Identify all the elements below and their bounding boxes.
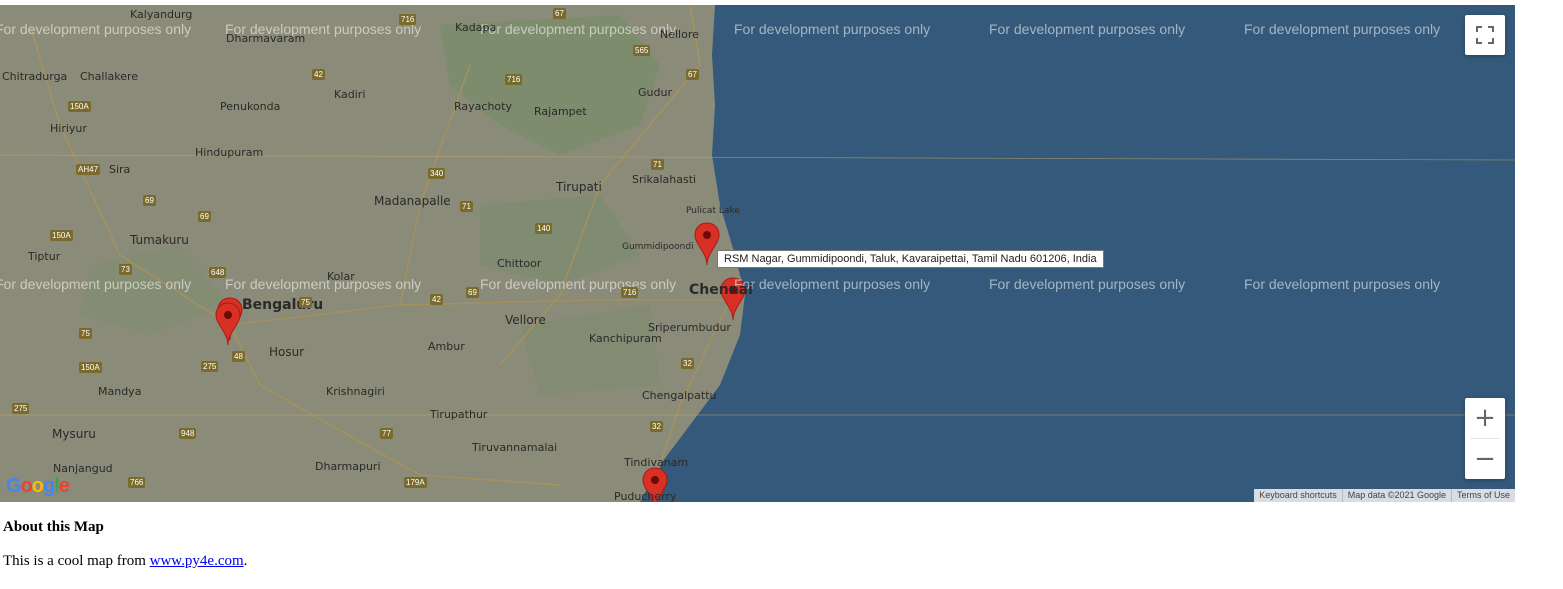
highway-shield: 32 bbox=[650, 421, 663, 432]
watermark: For development purposes only bbox=[225, 276, 422, 292]
keyboard-shortcuts-link[interactable]: Keyboard shortcuts bbox=[1254, 489, 1342, 502]
highway-shield: 275 bbox=[12, 403, 30, 414]
highway-shield: 716 bbox=[399, 14, 417, 25]
place-label: Hindupuram bbox=[195, 146, 264, 159]
highway-shield: 275 bbox=[201, 361, 219, 372]
watermark: For development purposes only bbox=[1244, 21, 1441, 37]
place-label: Challakere bbox=[80, 70, 139, 83]
place-label: Kanchipuram bbox=[589, 332, 662, 345]
place-label: Tirupati bbox=[556, 180, 602, 194]
about-text-prefix: This is a cool map from bbox=[3, 553, 150, 569]
highway-shield: 71 bbox=[651, 159, 664, 170]
watermark: For development purposes only bbox=[734, 21, 931, 37]
place-label: Kalyandurg bbox=[130, 8, 193, 21]
highway-shield: 150A bbox=[79, 362, 102, 373]
highway-shield: 71 bbox=[460, 201, 473, 212]
place-label: Dharmapuri bbox=[315, 460, 381, 473]
highway-shield: 648 bbox=[209, 267, 227, 278]
highway-shield: 42 bbox=[312, 69, 325, 80]
watermark: For development purposes only bbox=[1244, 276, 1441, 292]
place-label: Madanapalle bbox=[374, 194, 451, 208]
terms-of-use-link[interactable]: Terms of Use bbox=[1450, 489, 1515, 502]
place-label: Kadiri bbox=[334, 88, 366, 101]
watermark: For development purposes only bbox=[480, 276, 677, 292]
highway-shield: 140 bbox=[535, 223, 553, 234]
place-label: Rajampet bbox=[534, 105, 587, 118]
place-label: Penukonda bbox=[220, 100, 281, 113]
highway-shield: 716 bbox=[505, 74, 523, 85]
place-label: Kolar bbox=[327, 270, 355, 283]
highway-shield: 565 bbox=[633, 45, 651, 56]
place-label: Hosur bbox=[269, 345, 305, 359]
place-label: Kadapa bbox=[455, 21, 497, 34]
highway-shield: AH47 bbox=[76, 164, 101, 175]
attribution-bar: Keyboard shortcuts Map data ©2021 Google… bbox=[1254, 489, 1515, 502]
highway-shield: 716 bbox=[621, 287, 639, 298]
place-label: Nanjangud bbox=[53, 462, 113, 475]
zoom-out-button[interactable]: − bbox=[1465, 439, 1505, 479]
map[interactable]: For development purposes only For develo… bbox=[0, 5, 1515, 502]
watermark: For development purposes only bbox=[0, 21, 192, 37]
highway-shield: 73 bbox=[119, 264, 132, 275]
about-title: About this Map bbox=[3, 519, 104, 535]
highway-shield: 340 bbox=[428, 168, 446, 179]
place-label: Krishnagiri bbox=[326, 385, 385, 398]
highway-shield: 77 bbox=[380, 428, 393, 439]
place-label: Hiriyur bbox=[50, 122, 87, 135]
watermark: For development purposes only bbox=[989, 21, 1186, 37]
place-label: Gudur bbox=[638, 86, 672, 99]
watermark: For development purposes only bbox=[989, 276, 1186, 292]
place-label: Tumakuru bbox=[130, 233, 189, 247]
watermark: For development purposes only bbox=[734, 276, 931, 292]
watermark: For development purposes only bbox=[0, 276, 192, 292]
place-label: Nellore bbox=[660, 28, 699, 41]
highway-shield: 32 bbox=[681, 358, 694, 369]
highway-shield: 766 bbox=[128, 477, 146, 488]
place-label: Puducherry bbox=[614, 490, 677, 503]
place-label: Tiptur bbox=[28, 250, 61, 263]
place-label: Chengalpattu bbox=[642, 389, 717, 402]
place-label: Mysuru bbox=[52, 427, 96, 441]
google-logo[interactable]: Google bbox=[6, 475, 70, 498]
highway-shield: 75 bbox=[79, 328, 92, 339]
place-label: Sira bbox=[109, 163, 131, 176]
place-label: Tindivanam bbox=[624, 456, 689, 469]
highway-shield: 69 bbox=[143, 195, 156, 206]
place-label: Chittoor bbox=[497, 257, 542, 270]
place-label: Gummidipoondi bbox=[622, 242, 694, 252]
highway-shield: 948 bbox=[179, 428, 197, 439]
fullscreen-button[interactable] bbox=[1465, 15, 1505, 55]
fullscreen-icon bbox=[1476, 26, 1494, 44]
place-label: Mandya bbox=[98, 385, 142, 398]
watermark: For development purposes only bbox=[480, 21, 677, 37]
highway-shield: 75 bbox=[299, 297, 312, 308]
py4e-link[interactable]: www.py4e.com bbox=[150, 553, 244, 569]
highway-shield: 150A bbox=[50, 230, 73, 241]
highway-shield: 69 bbox=[198, 211, 211, 222]
highway-shield: 67 bbox=[553, 8, 566, 19]
place-label: Pulicat Lake bbox=[686, 206, 740, 216]
highway-shield: 150A bbox=[68, 101, 91, 112]
highway-shield: 67 bbox=[686, 69, 699, 80]
highway-shield: 69 bbox=[466, 287, 479, 298]
place-label: Ambur bbox=[428, 340, 465, 353]
zoom-control: + − bbox=[1465, 398, 1505, 479]
highway-shield: 48 bbox=[232, 351, 245, 362]
place-label: Rayachoty bbox=[454, 100, 512, 113]
about-text: This is a cool map from www.py4e.com. bbox=[3, 553, 247, 570]
place-label: Vellore bbox=[505, 313, 546, 327]
place-label: Tirupathur bbox=[430, 408, 488, 421]
highway-shield: 179A bbox=[404, 477, 427, 488]
place-label: Srikalahasti bbox=[632, 173, 697, 186]
zoom-in-button[interactable]: + bbox=[1465, 398, 1505, 438]
place-label: Dharmavaram bbox=[226, 32, 306, 45]
marker-tooltip: RSM Nagar, Gummidipoondi, Taluk, Kavarai… bbox=[717, 250, 1104, 268]
map-data-text: Map data ©2021 Google bbox=[1341, 489, 1451, 502]
about-text-suffix: . bbox=[243, 553, 248, 569]
place-label: Chitradurga bbox=[2, 70, 68, 83]
highway-shield: 42 bbox=[430, 294, 443, 305]
place-label: Tiruvannamalai bbox=[472, 441, 558, 454]
place-label: Chennai bbox=[689, 282, 753, 298]
